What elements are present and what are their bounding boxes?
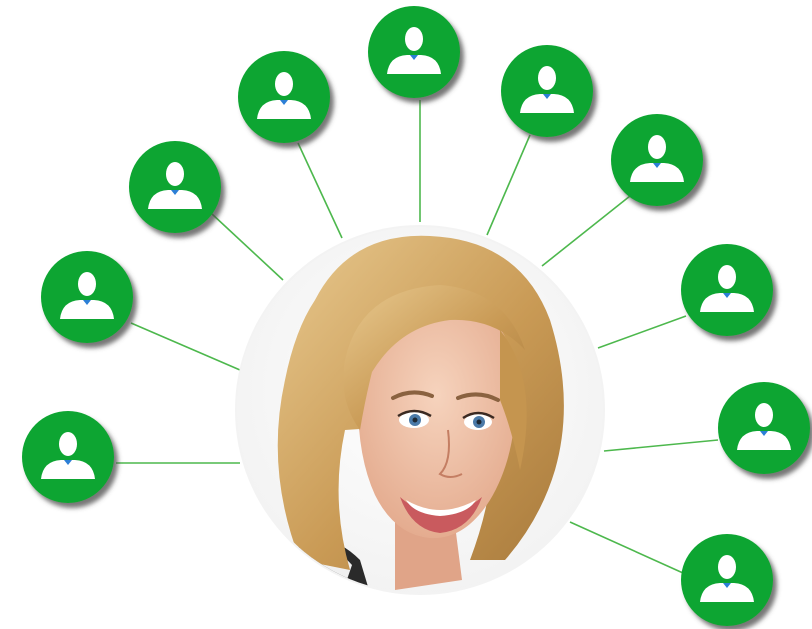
contact-node-circle [718,382,810,474]
connector-line [130,322,241,371]
contact-node[interactable] [718,382,810,474]
contact-node-circle [41,251,133,343]
diagram-canvas [22,6,810,626]
contact-node-circle [681,244,773,336]
contact-node[interactable] [129,141,221,233]
contact-node-circle [611,114,703,206]
connector-line [486,134,531,236]
contact-node[interactable] [611,114,703,206]
contact-node-circle [368,6,460,98]
connector-line [541,195,631,267]
contact-node[interactable] [681,534,773,626]
contact-node[interactable] [368,6,460,98]
contact-node[interactable] [41,251,133,343]
network-diagram [0,0,812,629]
contact-node[interactable] [501,45,593,137]
contact-node-circle [238,51,330,143]
connector-line [569,521,684,574]
contact-node[interactable] [22,411,114,503]
connector-line [211,213,284,281]
connector-line [597,315,687,349]
connector-line [297,142,343,239]
connector-line [603,439,719,452]
contact-node-circle [129,141,221,233]
contact-node[interactable] [238,51,330,143]
contact-node-circle [501,45,593,137]
center-portrait [235,225,605,595]
contact-node-circle [22,411,114,503]
contact-node-circle [681,534,773,626]
contact-node[interactable] [681,244,773,336]
